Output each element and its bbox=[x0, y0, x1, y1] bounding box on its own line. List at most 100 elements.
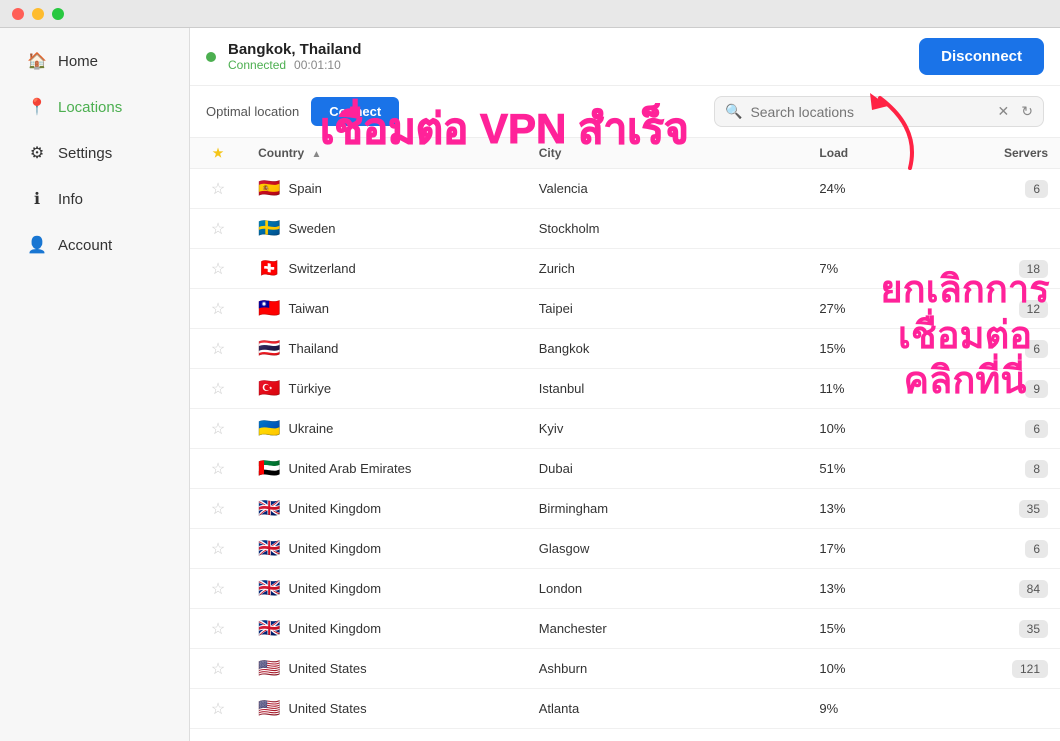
country-name: United Kingdom bbox=[289, 501, 382, 516]
topbar-status: Connected 00:01:10 bbox=[228, 58, 361, 72]
table-row: ☆ 🇪🇸 Spain Valencia 24% 6 bbox=[190, 169, 1060, 209]
sidebar-item-locations[interactable]: 📍 Locations bbox=[8, 86, 181, 128]
star-cell[interactable]: ☆ bbox=[190, 169, 246, 209]
load-cell: 13% bbox=[807, 569, 947, 609]
table-container[interactable]: ★ Country ▲ City Load Servers ☆ 🇪� bbox=[190, 138, 1060, 741]
locations-icon: 📍 bbox=[28, 98, 46, 116]
maximize-button[interactable] bbox=[52, 8, 64, 20]
country-name: Türkiye bbox=[289, 381, 332, 396]
city-cell: London bbox=[527, 569, 808, 609]
titlebar bbox=[0, 0, 1060, 28]
sidebar-item-settings[interactable]: ⚙ Settings bbox=[8, 132, 181, 174]
header-country[interactable]: Country ▲ bbox=[246, 138, 527, 169]
close-button[interactable] bbox=[12, 8, 24, 20]
country-name: Sweden bbox=[289, 221, 336, 236]
search-icon: 🔍 bbox=[725, 103, 742, 120]
star-cell[interactable]: ☆ bbox=[190, 609, 246, 649]
servers-badge: 6 bbox=[1025, 180, 1048, 198]
load-cell: 17% bbox=[807, 529, 947, 569]
servers-cell: 84 bbox=[948, 569, 1060, 609]
load-cell: 13% bbox=[807, 489, 947, 529]
star-cell[interactable]: ☆ bbox=[190, 289, 246, 329]
table-header-row: ★ Country ▲ City Load Servers bbox=[190, 138, 1060, 169]
star-cell[interactable]: ☆ bbox=[190, 689, 246, 729]
search-input[interactable] bbox=[750, 104, 989, 120]
servers-cell: 35 bbox=[948, 609, 1060, 649]
sidebar-item-label-info: Info bbox=[58, 191, 83, 208]
header-star: ★ bbox=[190, 138, 246, 169]
servers-cell: 12 bbox=[948, 289, 1060, 329]
sidebar-item-account[interactable]: 👤 Account bbox=[8, 224, 181, 266]
country-cell: 🇹🇼 Taiwan bbox=[246, 289, 527, 329]
flag-icon: 🇺🇸 bbox=[258, 698, 280, 719]
flag-icon: 🇬🇧 bbox=[258, 618, 280, 639]
country-cell: 🇺🇸 United States bbox=[246, 649, 527, 689]
flag-icon: 🇺🇦 bbox=[258, 418, 280, 439]
city-cell: Taipei bbox=[527, 289, 808, 329]
country-cell: 🇦🇪 United Arab Emirates bbox=[246, 449, 527, 489]
minimize-button[interactable] bbox=[32, 8, 44, 20]
flag-icon: 🇬🇧 bbox=[258, 578, 280, 599]
country-name: Spain bbox=[289, 181, 322, 196]
status-dot bbox=[206, 52, 216, 62]
servers-cell: 6 bbox=[948, 169, 1060, 209]
star-cell[interactable]: ☆ bbox=[190, 249, 246, 289]
country-name: United Kingdom bbox=[289, 581, 382, 596]
load-cell: 24% bbox=[807, 169, 947, 209]
search-bar: 🔍 ✕ ↻ bbox=[714, 96, 1044, 127]
home-icon: 🏠 bbox=[28, 52, 46, 70]
servers-badge: 35 bbox=[1019, 620, 1048, 638]
sidebar: 🏠 Home 📍 Locations ⚙ Settings ℹ Info 👤 A… bbox=[0, 28, 190, 741]
city-cell: Manchester bbox=[527, 609, 808, 649]
topbar: Bangkok, Thailand Connected 00:01:10 Dis… bbox=[190, 28, 1060, 86]
star-cell[interactable]: ☆ bbox=[190, 409, 246, 449]
disconnect-button[interactable]: Disconnect bbox=[919, 38, 1044, 75]
sidebar-item-info[interactable]: ℹ Info bbox=[8, 178, 181, 220]
load-cell: 9% bbox=[807, 689, 947, 729]
star-cell[interactable]: ☆ bbox=[190, 489, 246, 529]
star-cell[interactable]: ☆ bbox=[190, 529, 246, 569]
country-name: United Kingdom bbox=[289, 541, 382, 556]
flag-icon: 🇹🇼 bbox=[258, 298, 280, 319]
app-body: 🏠 Home 📍 Locations ⚙ Settings ℹ Info 👤 A… bbox=[0, 28, 1060, 741]
info-icon: ℹ bbox=[28, 190, 46, 208]
servers-cell: 121 bbox=[948, 649, 1060, 689]
header-servers: Servers bbox=[948, 138, 1060, 169]
servers-badge: 6 bbox=[1025, 340, 1048, 358]
star-header-icon: ★ bbox=[213, 146, 224, 160]
star-cell[interactable]: ☆ bbox=[190, 329, 246, 369]
table-row: ☆ 🇬🇧 United Kingdom Manchester 15% 35 bbox=[190, 609, 1060, 649]
city-cell: Stockholm bbox=[527, 209, 808, 249]
country-cell: 🇨🇭 Switzerland bbox=[246, 249, 527, 289]
load-cell: 15% bbox=[807, 329, 947, 369]
country-name: United States bbox=[289, 661, 367, 676]
locations-table: ★ Country ▲ City Load Servers ☆ 🇪� bbox=[190, 138, 1060, 729]
city-cell: Atlanta bbox=[527, 689, 808, 729]
star-cell[interactable]: ☆ bbox=[190, 369, 246, 409]
country-name: United Arab Emirates bbox=[289, 461, 412, 476]
table-row: ☆ 🇨🇭 Switzerland Zurich 7% 18 bbox=[190, 249, 1060, 289]
search-clear-icon[interactable]: ✕ bbox=[998, 103, 1010, 120]
table-row: ☆ 🇹🇭 Thailand Bangkok 15% 6 bbox=[190, 329, 1060, 369]
sidebar-item-label-locations: Locations bbox=[58, 99, 122, 116]
servers-cell: 18 bbox=[948, 249, 1060, 289]
country-cell: 🇸🇪 Sweden bbox=[246, 209, 527, 249]
table-row: ☆ 🇺🇸 United States Atlanta 9% bbox=[190, 689, 1060, 729]
sidebar-item-label-account: Account bbox=[58, 237, 112, 254]
country-cell: 🇺🇸 United States bbox=[246, 689, 527, 729]
table-row: ☆ 🇬🇧 United Kingdom Birmingham 13% 35 bbox=[190, 489, 1060, 529]
star-cell[interactable]: ☆ bbox=[190, 209, 246, 249]
load-cell: 7% bbox=[807, 249, 947, 289]
flag-icon: 🇬🇧 bbox=[258, 498, 280, 519]
city-cell: Birmingham bbox=[527, 489, 808, 529]
connect-button[interactable]: Connect bbox=[311, 97, 399, 126]
star-cell[interactable]: ☆ bbox=[190, 649, 246, 689]
action-bar-left: Optimal location Connect bbox=[206, 97, 399, 126]
star-cell[interactable]: ☆ bbox=[190, 569, 246, 609]
city-cell: Glasgow bbox=[527, 529, 808, 569]
servers-cell: 35 bbox=[948, 489, 1060, 529]
sidebar-item-home[interactable]: 🏠 Home bbox=[8, 40, 181, 82]
table-body: ☆ 🇪🇸 Spain Valencia 24% 6 ☆ 🇸🇪 Sweden St… bbox=[190, 169, 1060, 729]
star-cell[interactable]: ☆ bbox=[190, 449, 246, 489]
search-refresh-icon[interactable]: ↻ bbox=[1021, 103, 1033, 120]
